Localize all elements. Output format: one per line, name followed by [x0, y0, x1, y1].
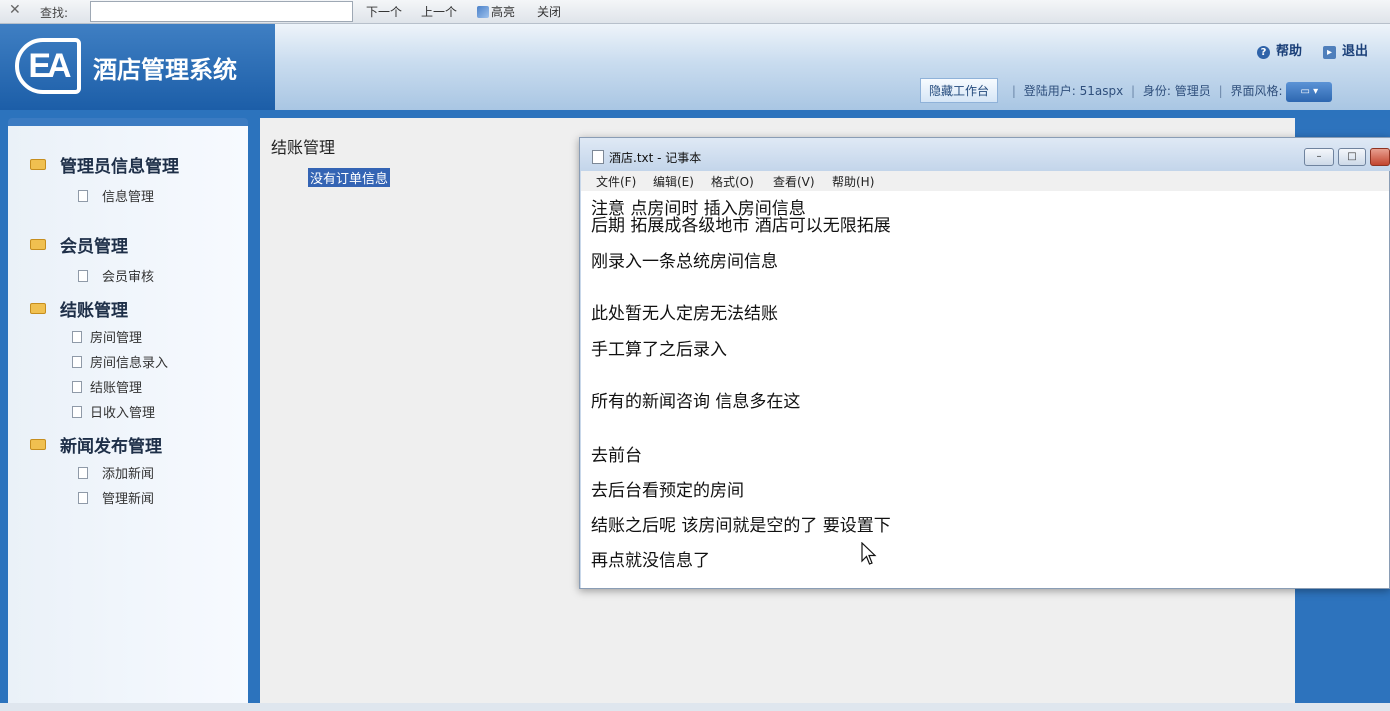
- login-user: 登陆用户: 51aspx: [1023, 84, 1124, 98]
- menu-help[interactable]: 帮助(H): [832, 173, 874, 190]
- find-input[interactable]: [90, 1, 353, 22]
- sidebar-item-room-entry[interactable]: 房间信息录入: [72, 351, 168, 376]
- text-line: 去前台: [591, 446, 642, 466]
- mouse-pointer-icon: [861, 542, 877, 565]
- notepad-menubar: 文件(F) 编辑(E) 格式(O) 查看(V) 帮助(H): [581, 171, 1389, 191]
- sidebar-item-label: 添加新闻: [102, 467, 155, 482]
- group-label: 会员管理: [60, 237, 128, 257]
- document-icon: [72, 331, 82, 343]
- notepad-icon: [592, 150, 604, 164]
- sidebar-item-label: 会员审核: [102, 270, 155, 285]
- sidebar-item-info-manage[interactable]: 信息管理: [78, 185, 179, 210]
- find-bar: ✕ 查找: 下一个 上一个 高亮 关闭: [0, 0, 1390, 24]
- sidebar-item-label: 管理新闻: [102, 492, 155, 507]
- notepad-title-text: 酒店.txt - 记事本: [609, 151, 702, 165]
- text-line: 后期 拓展成各级地市 酒店可以无限拓展: [591, 216, 891, 236]
- group-label: 新闻发布管理: [60, 437, 162, 457]
- sidebar-item-member-review[interactable]: 会员审核: [78, 265, 154, 290]
- text-line: 手工算了之后录入: [591, 340, 727, 360]
- hide-workbench-button[interactable]: 隐藏工作台: [920, 78, 999, 103]
- sidebar-item-room-manage[interactable]: 房间管理: [72, 326, 168, 351]
- find-label: 查找:: [40, 6, 69, 20]
- menu-format[interactable]: 格式(O): [711, 173, 754, 190]
- notepad-title: 酒店.txt - 记事本: [592, 149, 701, 166]
- group-title-admin[interactable]: 管理员信息管理: [30, 152, 179, 177]
- minimize-button[interactable]: –: [1304, 148, 1334, 166]
- folder-icon: [30, 439, 46, 450]
- help-icon: ?: [1257, 46, 1270, 59]
- notepad-text-area[interactable]: 注意 点房间时 插入房间信息 后期 拓展成各级地市 酒店可以无限拓展 刚录入一条…: [581, 191, 1389, 588]
- sidebar-item-label: 结账管理: [90, 381, 143, 396]
- find-prev-button[interactable]: 上一个: [421, 3, 457, 20]
- sidebar-item-add-news[interactable]: 添加新闻: [78, 462, 162, 487]
- group-label: 管理员信息管理: [60, 157, 179, 177]
- sidebar-item-label: 日收入管理: [90, 406, 156, 421]
- document-icon: [78, 270, 88, 282]
- theme-label: 界面风格:: [1230, 84, 1283, 98]
- logout-link[interactable]: ▸ 退出: [1323, 40, 1368, 59]
- highlight-label: 高亮: [491, 5, 516, 19]
- sidebar-item-label: 信息管理: [102, 190, 155, 205]
- close-find-icon[interactable]: ✕: [9, 2, 21, 18]
- sidebar-item-manage-news[interactable]: 管理新闻: [78, 487, 162, 512]
- sidebar: 管理员信息管理 信息管理 会员管理 会员审核 结账管理 房间管理 房间信息录入 …: [8, 118, 248, 711]
- text-line: 去后台看预定的房间: [591, 481, 744, 501]
- group-title-checkout[interactable]: 结账管理: [30, 296, 168, 321]
- menu-group-admin: 管理员信息管理 信息管理: [30, 152, 179, 210]
- text-line: 此处暂无人定房无法结账: [591, 304, 778, 324]
- app-header: EA 酒店管理系统 ? 帮助 ▸ 退出 隐藏工作台 | 登陆用户: 51aspx |…: [0, 24, 1390, 110]
- document-icon: [78, 467, 88, 479]
- no-order-text[interactable]: 没有订单信息: [308, 168, 391, 187]
- text-line: 刚录入一条总统房间信息: [591, 252, 778, 272]
- sidebar-item-daily-income[interactable]: 日收入管理: [72, 401, 168, 426]
- menu-group-checkout: 结账管理 房间管理 房间信息录入 结账管理 日收入管理: [30, 296, 168, 426]
- group-title-member[interactable]: 会员管理: [30, 232, 154, 257]
- theme-dropdown-button[interactable]: ▭ ▾: [1286, 81, 1333, 102]
- folder-icon: [30, 159, 46, 170]
- folder-icon: [30, 303, 46, 314]
- app-title: 酒店管理系统: [93, 55, 237, 84]
- menu-edit[interactable]: 编辑(E): [653, 173, 694, 190]
- menu-group-news: 新闻发布管理 添加新闻 管理新闻: [30, 432, 162, 512]
- menu-file[interactable]: 文件(F): [596, 173, 636, 190]
- text-line: 结账之后呢 该房间就是空的了 要设置下: [591, 516, 891, 536]
- user-role: 身份: 管理员: [1142, 84, 1211, 98]
- sidebar-item-checkout-manage[interactable]: 结账管理: [72, 376, 168, 401]
- highlight-button[interactable]: 高亮: [477, 3, 515, 20]
- page-title: 结账管理: [271, 138, 336, 157]
- maximize-button[interactable]: □: [1338, 148, 1366, 166]
- find-next-button[interactable]: 下一个: [366, 3, 402, 20]
- document-icon: [72, 356, 82, 368]
- document-icon: [78, 492, 88, 504]
- text-line: 所有的新闻咨询 信息多在这: [591, 392, 801, 412]
- bottom-strip: [0, 703, 1390, 711]
- user-status-bar: 隐藏工作台 | 登陆用户: 51aspx | 身份: 管理员 | 界面风格: ▭…: [920, 78, 1333, 103]
- document-icon: [72, 406, 82, 418]
- group-label: 结账管理: [60, 301, 128, 321]
- menu-view[interactable]: 查看(V): [773, 173, 815, 190]
- text-line: 再点就没信息了: [591, 551, 710, 571]
- logo-panel: EA 酒店管理系统: [0, 24, 275, 110]
- highlight-icon: [477, 6, 489, 18]
- folder-icon: [30, 239, 46, 250]
- logout-label: 退出: [1342, 44, 1369, 59]
- notepad-titlebar[interactable]: 酒店.txt - 记事本 – □: [580, 138, 1390, 171]
- group-title-news[interactable]: 新闻发布管理: [30, 432, 162, 457]
- logo-icon: EA: [15, 38, 81, 94]
- help-link[interactable]: ? 帮助: [1257, 40, 1302, 59]
- notepad-window: 酒店.txt - 记事本 – □ 文件(F) 编辑(E) 格式(O) 查看(V)…: [579, 137, 1390, 589]
- sidebar-item-label: 房间管理: [90, 331, 143, 346]
- sidebar-item-label: 房间信息录入: [90, 356, 169, 371]
- logout-icon: ▸: [1323, 46, 1336, 59]
- help-label: 帮助: [1276, 44, 1303, 59]
- find-close-button[interactable]: 关闭: [537, 3, 561, 20]
- close-window-button[interactable]: [1370, 148, 1390, 166]
- document-icon: [78, 190, 88, 202]
- menu-group-member: 会员管理 会员审核: [30, 232, 154, 290]
- document-icon: [72, 381, 82, 393]
